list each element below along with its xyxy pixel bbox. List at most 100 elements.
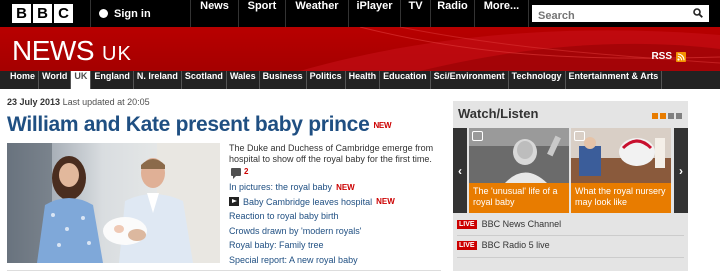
comments-link[interactable]: 2 bbox=[231, 167, 249, 179]
tab-politics[interactable]: Politics bbox=[307, 71, 346, 89]
related-link[interactable]: Baby Cambridge leaves hospital NEW bbox=[229, 195, 395, 210]
tab-world[interactable]: World bbox=[39, 71, 72, 89]
related-link-text: Reaction to royal baby birth bbox=[229, 211, 339, 221]
related-links: In pictures: the royal baby NEW Baby Camb… bbox=[229, 180, 395, 267]
sign-in-label: Sign in bbox=[114, 7, 151, 20]
live-badge: LIVE bbox=[457, 219, 477, 229]
video-carousel: ‹ The 'unusual' life of a royal baby Wha… bbox=[453, 128, 688, 213]
thumbnail-image bbox=[571, 128, 671, 183]
live-badge: LIVE bbox=[457, 240, 477, 250]
related-link-text: Crowds drawn by 'modern royals' bbox=[229, 225, 362, 236]
tab-entertainment-arts[interactable]: Entertainment & Arts bbox=[566, 71, 663, 89]
global-nav-weather[interactable]: Weather bbox=[285, 0, 348, 27]
watch-listen-panel: Watch/Listen ‹ The 'unusual' life of a r… bbox=[453, 101, 688, 271]
comment-icon bbox=[231, 167, 241, 179]
play-icon bbox=[472, 131, 483, 141]
live-stream-label: BBC Radio 5 live bbox=[481, 240, 550, 250]
tab-technology[interactable]: Technology bbox=[509, 71, 566, 89]
tab-business[interactable]: Business bbox=[260, 71, 307, 89]
new-badge: NEW bbox=[376, 197, 395, 207]
global-nav-radio[interactable]: Radio bbox=[430, 0, 474, 27]
global-nav-news[interactable]: News bbox=[190, 0, 238, 27]
live-stream-link[interactable]: LIVE BBC News Channel bbox=[457, 219, 561, 229]
news-title-text: NEWS bbox=[12, 35, 95, 66]
new-badge: NEW bbox=[373, 120, 392, 130]
last-updated: Last updated at 20:05 bbox=[62, 97, 150, 107]
tab-uk[interactable]: UK bbox=[71, 71, 92, 89]
related-link-text: In pictures: the royal baby bbox=[229, 182, 333, 192]
search-icon[interactable] bbox=[693, 8, 703, 18]
search-input[interactable] bbox=[533, 8, 683, 24]
news-logo[interactable]: NEWS UK bbox=[12, 35, 132, 67]
video-thumbnail bbox=[571, 128, 671, 183]
chevron-left-icon: ‹ bbox=[458, 163, 462, 178]
global-nav-iplayer[interactable]: iPlayer bbox=[348, 0, 400, 27]
related-link[interactable]: Special report: A new royal baby bbox=[229, 253, 395, 268]
story-divider bbox=[7, 270, 441, 271]
thumbnail-image bbox=[469, 128, 569, 183]
carousel-pager bbox=[652, 113, 682, 119]
headline-text: William and Kate present baby prince bbox=[7, 113, 370, 136]
section-nav: Home World UK England N. Ireland Scotlan… bbox=[0, 71, 720, 89]
video-card[interactable]: What the royal nursery may look like bbox=[571, 128, 671, 213]
logo-letter: C bbox=[54, 4, 73, 23]
tab-wales[interactable]: Wales bbox=[227, 71, 260, 89]
video-card[interactable]: The 'unusual' life of a royal baby bbox=[469, 128, 569, 213]
story-summary: The Duke and Duchess of Cambridge emerge… bbox=[229, 143, 434, 164]
rss-label: RSS bbox=[651, 51, 672, 62]
bbc-global-bar: B B C Sign in News Sport Weather iPlayer… bbox=[0, 0, 720, 27]
video-thumbnail bbox=[469, 128, 569, 183]
live-divider bbox=[457, 257, 684, 258]
tab-health[interactable]: Health bbox=[346, 71, 381, 89]
tab-scotland[interactable]: Scotland bbox=[182, 71, 227, 89]
live-stream-link[interactable]: LIVE BBC Radio 5 live bbox=[457, 240, 550, 250]
story-dateline: 23 July 2013 Last updated at 20:05 bbox=[7, 97, 150, 107]
bbc-logo[interactable]: B B C bbox=[12, 4, 73, 23]
related-link-text: Baby Cambridge leaves hospital bbox=[243, 196, 373, 207]
tab-n-ireland[interactable]: N. Ireland bbox=[134, 71, 182, 89]
related-link[interactable]: Reaction to royal baby birth bbox=[229, 209, 395, 224]
user-icon bbox=[99, 9, 108, 18]
search-box bbox=[532, 5, 709, 24]
related-link[interactable]: Royal baby: Family tree bbox=[229, 238, 395, 253]
pager-dot[interactable] bbox=[660, 113, 666, 119]
related-link-text: Special report: A new royal baby bbox=[229, 254, 358, 265]
tab-sci-environment[interactable]: Sci/Environment bbox=[431, 71, 509, 89]
pager-dot[interactable] bbox=[676, 113, 682, 119]
sign-in-link[interactable]: Sign in bbox=[90, 0, 151, 27]
new-badge: NEW bbox=[336, 182, 355, 192]
watch-listen-title: Watch/Listen bbox=[458, 106, 539, 121]
related-link[interactable]: In pictures: the royal baby NEW bbox=[229, 180, 395, 195]
royal-couple-photo[interactable] bbox=[7, 143, 220, 263]
video-icon bbox=[229, 197, 239, 207]
edition-label: UK bbox=[102, 43, 132, 65]
global-nav-more[interactable]: More... bbox=[474, 0, 529, 27]
carousel-next-button[interactable]: › bbox=[674, 128, 688, 213]
tab-england[interactable]: England bbox=[91, 71, 134, 89]
global-nav-sport[interactable]: Sport bbox=[238, 0, 285, 27]
tab-education[interactable]: Education bbox=[380, 71, 431, 89]
comment-count: 2 bbox=[244, 167, 249, 176]
related-link-text: Royal baby: Family tree bbox=[229, 240, 324, 250]
live-stream-label: BBC News Channel bbox=[481, 219, 562, 229]
video-caption: The 'unusual' life of a royal baby bbox=[469, 183, 569, 213]
news-masthead: NEWS UK RSS bbox=[0, 27, 720, 71]
video-caption: What the royal nursery may look like bbox=[571, 183, 671, 213]
related-link[interactable]: Crowds drawn by 'modern royals' bbox=[229, 224, 395, 239]
top-story-headline[interactable]: William and Kate present baby prince NEW bbox=[7, 113, 392, 137]
pager-dot[interactable] bbox=[668, 113, 674, 119]
carousel-prev-button[interactable]: ‹ bbox=[453, 128, 467, 213]
tab-home[interactable]: Home bbox=[7, 71, 40, 89]
play-icon bbox=[574, 131, 585, 141]
pager-dot[interactable] bbox=[652, 113, 658, 119]
rss-link[interactable]: RSS bbox=[651, 51, 686, 62]
logo-letter: B bbox=[33, 4, 52, 23]
rss-icon bbox=[676, 51, 686, 62]
global-nav-tv[interactable]: TV bbox=[400, 0, 430, 27]
photo-illustration bbox=[7, 143, 220, 263]
live-divider bbox=[457, 235, 684, 236]
story-date: 23 July 2013 bbox=[7, 97, 61, 107]
logo-letter: B bbox=[12, 4, 31, 23]
global-nav: News Sport Weather iPlayer TV Radio More… bbox=[190, 0, 529, 27]
chevron-right-icon: › bbox=[679, 163, 683, 178]
